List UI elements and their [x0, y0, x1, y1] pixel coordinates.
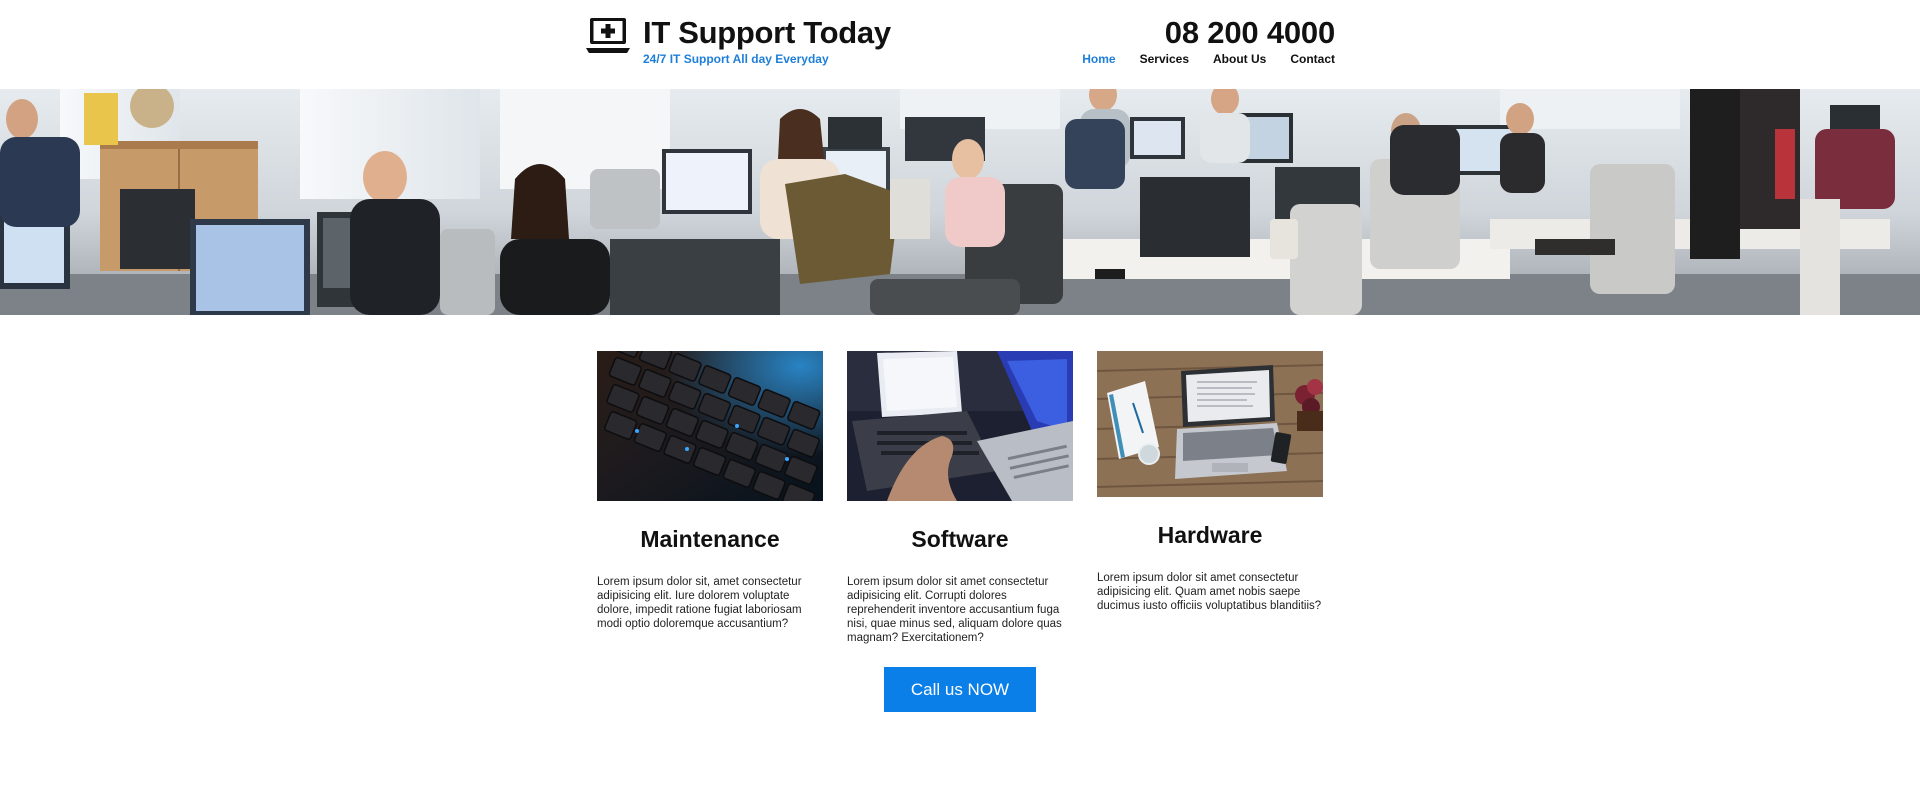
- call-us-button[interactable]: Call us NOW: [884, 667, 1036, 712]
- site-header: IT Support Today 24/7 IT Support All day…: [0, 0, 1920, 89]
- nav-item-services[interactable]: Services: [1140, 52, 1189, 66]
- main-nav: Home Services About Us Contact: [1082, 52, 1335, 66]
- card-text: Lorem ipsum dolor sit amet consectetur a…: [1097, 572, 1322, 612]
- site-title: IT Support Today: [643, 15, 891, 50]
- nav-item-contact[interactable]: Contact: [1290, 52, 1335, 66]
- service-card-maintenance: Maintenance Lorem ipsum dolor sit, amet …: [597, 351, 823, 657]
- site-tagline: 24/7 IT Support All day Everyday: [643, 52, 829, 66]
- hero-banner: [0, 89, 1920, 315]
- card-text: Lorem ipsum dolor sit, amet consectetur …: [597, 576, 802, 630]
- card-title: Maintenance: [640, 526, 780, 552]
- phone-number[interactable]: 08 200 4000: [1082, 16, 1335, 50]
- laptop-on-desk-photo: [1097, 351, 1323, 497]
- service-card-hardware: Hardware Lorem ipsum dolor sit amet cons…: [1097, 351, 1323, 657]
- card-text: Lorem ipsum dolor sit amet consectetur a…: [847, 576, 1062, 644]
- services-section: Maintenance Lorem ipsum dolor sit, amet …: [597, 351, 1323, 657]
- service-card-software: Software Lorem ipsum dolor sit amet cons…: [847, 351, 1073, 657]
- card-title: Hardware: [1157, 522, 1263, 548]
- contact-block: 08 200 4000 Home Services About Us Conta…: [1082, 16, 1335, 67]
- card-title: Software: [911, 526, 1009, 552]
- backlit-keyboard-photo: [597, 351, 823, 501]
- laptop-plus-icon: [586, 18, 630, 53]
- card-image: [847, 351, 1073, 501]
- nav-item-about-us[interactable]: About Us: [1213, 52, 1266, 66]
- office-workspace-photo: [0, 89, 1920, 315]
- laptop-typing-photo: [847, 351, 1073, 501]
- nav-item-home[interactable]: Home: [1082, 52, 1115, 66]
- brand[interactable]: IT Support Today 24/7 IT Support All day…: [585, 16, 891, 66]
- card-image: [597, 351, 823, 501]
- card-image: [1097, 351, 1323, 497]
